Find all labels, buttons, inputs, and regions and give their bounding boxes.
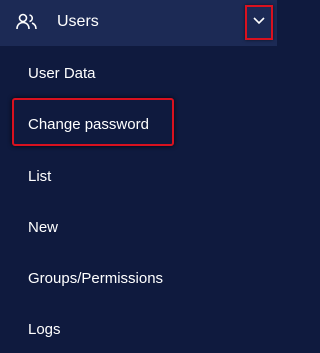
menu-item-change-password[interactable]: Change password [28, 115, 149, 135]
users-menu-title: Users [57, 13, 99, 30]
users-menu-header[interactable]: Users [0, 0, 277, 46]
menu-item-user-data[interactable]: User Data [28, 64, 96, 84]
users-icon [16, 12, 38, 32]
menu-item-list[interactable]: List [28, 167, 51, 187]
menu-item-groups-permissions[interactable]: Groups/Permissions [28, 269, 163, 289]
chevron-down-icon [253, 17, 265, 25]
menu-item-logs[interactable]: Logs [28, 320, 61, 340]
menu-item-new[interactable]: New [28, 218, 58, 238]
collapse-toggle-button[interactable] [245, 5, 273, 40]
